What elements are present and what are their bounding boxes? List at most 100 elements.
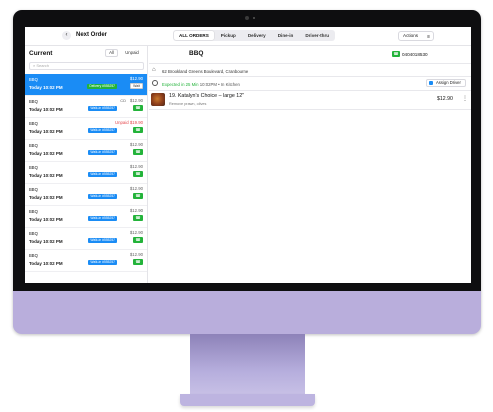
order-type-badge: Walk-in #555257 [88, 216, 117, 221]
monitor-foot [180, 394, 315, 406]
order-row[interactable]: BBQ Today 10:02 PM CD $12.90 Walk-in #555257… [25, 96, 147, 118]
tab-dine-in[interactable]: Dine-in [273, 31, 299, 40]
divider [149, 76, 471, 77]
call-button[interactable]: ☎ [133, 259, 143, 265]
tab-delivery[interactable]: Delivery [243, 31, 271, 40]
orders-sidebar: Current All Unpaid ⌕ Search BBQ Today 10:… [25, 46, 148, 283]
call-button[interactable]: ☎ [133, 237, 143, 243]
order-price: $12.90 [129, 98, 143, 103]
sidebar-title: Current [29, 50, 53, 57]
call-button[interactable]: ☎ [133, 149, 143, 155]
order-status-icon: CD [120, 98, 126, 103]
order-detail: BBQ ☎ 0404018530 ⌂ 62 Brookland Greens B… [149, 46, 471, 283]
actions-label: Actions [403, 33, 419, 38]
order-type-tabs: ALL ORDERS Pickup Delivery Dine-in Drive… [173, 30, 336, 41]
order-time: Today 10:02 PM [29, 239, 63, 244]
divider [149, 109, 471, 110]
order-row[interactable]: BBQ Today 10:02 PM $12.90 Walk-in #555257 ☎ [25, 162, 147, 184]
tab-driver-thru[interactable]: Driver-thru [300, 31, 334, 40]
order-time: Today 10:02 PM [29, 195, 63, 200]
order-name: BBQ [29, 253, 38, 258]
order-row[interactable]: BBQ Today 10:02 PM $12.90 Delivery #555257 W… [25, 74, 147, 96]
page-title: Next Order [76, 32, 108, 38]
orders-list: BBQ Today 10:02 PM $12.90 Delivery #555257 W… [25, 74, 147, 272]
order-name: BBQ [29, 143, 38, 148]
call-button[interactable]: ☎ [133, 105, 143, 111]
monitor-stand [190, 334, 305, 396]
search-placeholder: Search [36, 63, 50, 68]
order-type-badge: Walk-in #555257 [88, 128, 117, 133]
expected-status: 10:02PM • In Kitchen [199, 81, 240, 87]
item-name: 19. Katalyn's Choice – large 12" [169, 93, 245, 99]
order-time: Today 10:02 PM [29, 107, 63, 112]
order-time: Today 10:02 PM [29, 173, 63, 178]
phone-icon[interactable]: ☎ [392, 51, 400, 57]
home-icon: ⌂ [152, 67, 156, 73]
order-time: Today 10:02 PM [29, 261, 63, 266]
monitor-chin [13, 291, 481, 334]
order-price: $12.90 [129, 76, 143, 81]
order-time: Today 10:02 PM [29, 129, 63, 134]
order-type-badge: Walk-in #555257 [88, 260, 117, 265]
call-button[interactable]: ☎ [133, 171, 143, 177]
app-screen: ‹ Next Order ALL ORDERS Pickup Delivery … [25, 27, 471, 283]
order-time: Today 10:02 PM [29, 85, 63, 90]
order-row[interactable]: BBQ Today 10:02 PM Unpaid $19.90 Walk-in #5… [25, 118, 147, 140]
order-price: $12.90 [129, 230, 143, 235]
order-row[interactable]: BBQ Today 10:02 PM $12.90 Walk-in #555257 ☎ [25, 184, 147, 206]
assign-driver-label: Assign Driver [436, 80, 461, 85]
order-time: Today 10:02 PM [29, 217, 63, 222]
order-time: Today 10:02 PM [29, 151, 63, 156]
clock-icon [152, 80, 158, 86]
order-price: $12.90 [129, 208, 143, 213]
order-price: $12.90 [129, 164, 143, 169]
filter-unpaid-button[interactable]: Unpaid [121, 49, 143, 57]
order-name: BBQ [29, 231, 38, 236]
more-options-icon[interactable]: ⋮ [462, 95, 468, 102]
hamburger-icon: ≡ [427, 34, 430, 40]
order-name: BBQ [29, 77, 38, 82]
camera-sensor [253, 17, 255, 19]
order-name: BBQ [29, 99, 38, 104]
order-type-badge: Delivery #555257 [87, 84, 117, 89]
order-name: BBQ [29, 165, 38, 170]
item-price: $12.90 [437, 96, 453, 102]
divider [149, 63, 471, 64]
expected-time: Expected in 25 Min 10:02PM • In Kitchen [162, 82, 240, 87]
order-type-badge: Walk-in #555257 [88, 106, 117, 111]
order-price: $12.90 [129, 252, 143, 257]
top-bar: ‹ Next Order ALL ORDERS Pickup Delivery … [25, 27, 471, 46]
assign-driver-button[interactable]: Assign Driver [426, 79, 466, 87]
item-modifiers: Remove prawn, olives [169, 102, 207, 106]
order-price: Unpaid $19.90 [115, 120, 143, 125]
tab-pickup[interactable]: Pickup [216, 31, 241, 40]
camera-icon [245, 16, 249, 20]
customer-name: BBQ [189, 50, 204, 57]
order-name: BBQ [29, 121, 38, 126]
call-button[interactable]: ☎ [133, 215, 143, 221]
order-name: BBQ [29, 209, 38, 214]
order-type-badge: Walk-in #555257 [88, 172, 117, 177]
pizza-thumbnail [151, 93, 165, 106]
filter-all-button[interactable]: All [105, 49, 118, 57]
order-row[interactable]: BBQ Today 10:02 PM $12.90 Walk-in #555257 ☎ [25, 140, 147, 162]
order-row[interactable]: BBQ Today 10:02 PM $12.90 Walk-in #555257 ☎ [25, 250, 147, 272]
order-type-badge: Walk-in #555257 [88, 238, 117, 243]
order-row[interactable]: BBQ Today 10:02 PM $12.90 Walk-in #555257 ☎ [25, 206, 147, 228]
order-price: $12.90 [129, 142, 143, 147]
tab-all-orders[interactable]: ALL ORDERS [174, 31, 214, 40]
order-name: BBQ [29, 187, 38, 192]
order-type-badge: Walk-in #555257 [88, 194, 117, 199]
delivery-address: 62 Brookland Greens Boulevard, Cranbourn… [162, 69, 249, 74]
phone-number[interactable]: 0404018530 [402, 52, 428, 57]
call-button[interactable]: ☎ [133, 127, 143, 133]
call-button[interactable]: ☎ [133, 193, 143, 199]
search-input[interactable]: ⌕ Search [29, 62, 144, 70]
order-price: $12.90 [129, 186, 143, 191]
divider [149, 90, 471, 91]
chevron-left-icon[interactable]: ‹ [62, 31, 71, 40]
expected-label: Expected in 25 Min [162, 81, 199, 87]
wait-button[interactable]: Wait [130, 83, 143, 89]
actions-button[interactable]: Actions ≡ [398, 31, 434, 41]
order-row[interactable]: BBQ Today 10:02 PM $12.90 Walk-in #555257 ☎ [25, 228, 147, 250]
